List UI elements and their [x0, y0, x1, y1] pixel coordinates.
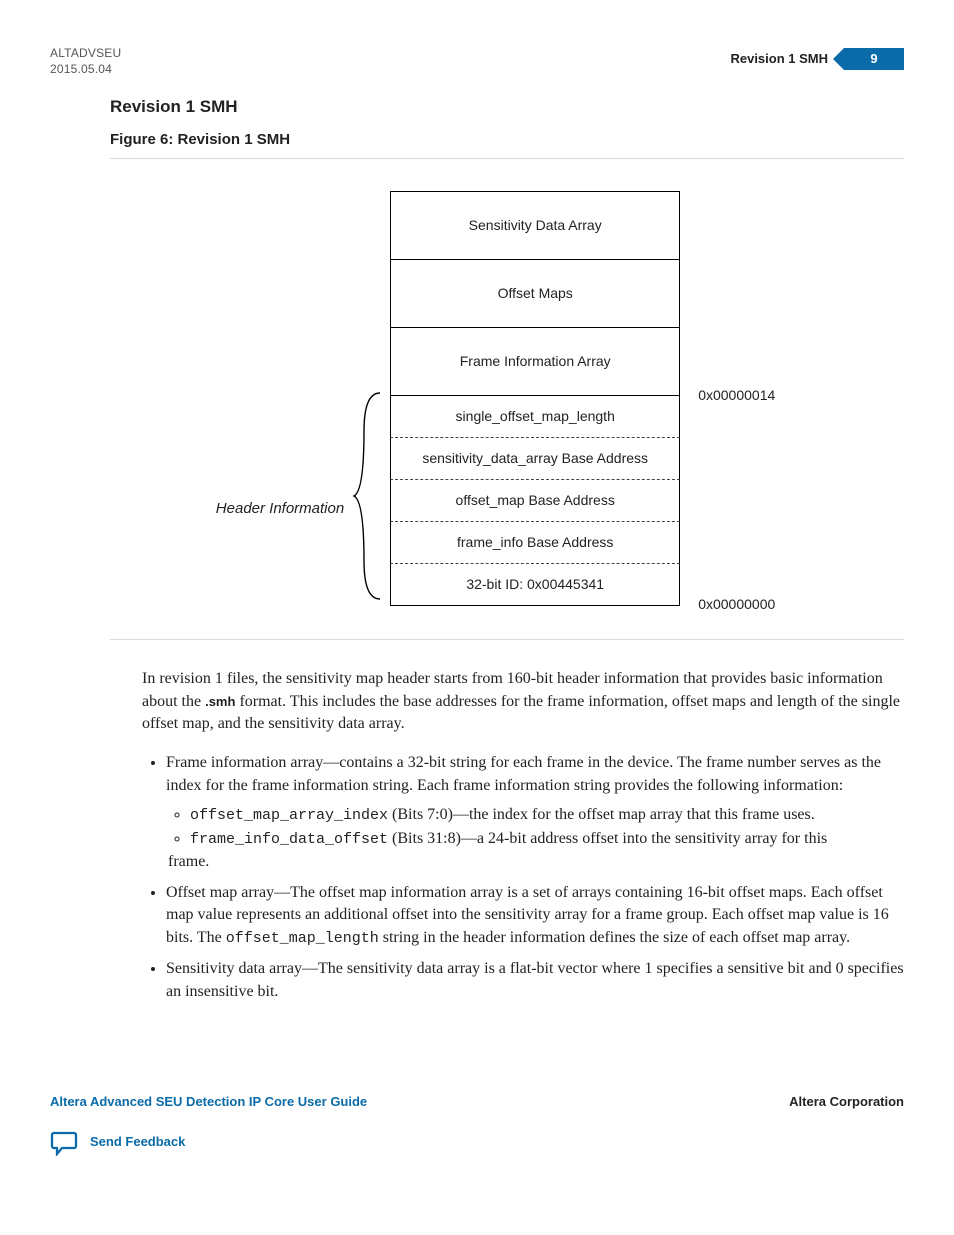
- feedback-row[interactable]: Send Feedback: [50, 1130, 904, 1156]
- sub-bullet-frame-info-offset: frame_info_data_offset (Bits 31:8)—a 24-…: [190, 828, 904, 873]
- page-header: ALTADVSEU 2015.05.04 Revision 1 SMH 9: [50, 46, 904, 77]
- page-footer: Altera Advanced SEU Detection IP Core Us…: [50, 1093, 904, 1155]
- offset-map-b: string in the header information defines…: [379, 929, 850, 946]
- bullet-sensitivity-array: Sensitivity data array—The sensitivity d…: [166, 958, 904, 1003]
- brace-label: Header Information: [216, 498, 344, 519]
- curly-brace-icon: [352, 391, 382, 601]
- block-offset-map-base-addr: offset_map Base Address: [390, 480, 680, 522]
- intro-after: format. This includes the base addresses…: [142, 693, 900, 733]
- block-frame-info-base-addr: frame_info Base Address: [390, 522, 680, 564]
- guide-title-link[interactable]: Altera Advanced SEU Detection IP Core Us…: [50, 1093, 367, 1111]
- header-left: ALTADVSEU 2015.05.04: [50, 46, 121, 77]
- sub1-text: (Bits 7:0)—the index for the offset map …: [388, 806, 815, 823]
- figure-diagram: Header Information Sensitivity Data Arra…: [110, 189, 904, 609]
- doc-id: ALTADVSEU: [50, 46, 121, 62]
- divider: [110, 639, 904, 640]
- section-heading: Revision 1 SMH: [110, 95, 904, 119]
- bullet-list: Frame information array—contains a 32-bi…: [142, 752, 904, 1003]
- divider: [110, 158, 904, 159]
- code-offset-map-array-index: offset_map_array_index: [190, 807, 388, 824]
- addr-upper: 0x00000014: [698, 386, 775, 406]
- block-single-offset-map-length: single_offset_map_length: [390, 396, 680, 438]
- intro-paragraph: In revision 1 files, the sensitivity map…: [142, 668, 904, 736]
- send-feedback-link[interactable]: Send Feedback: [90, 1133, 185, 1151]
- sub2-text-b: frame.: [168, 851, 904, 874]
- footer-row: Altera Advanced SEU Detection IP Core Us…: [50, 1093, 904, 1111]
- block-frame-info-array: Frame Information Array: [390, 328, 680, 396]
- block-offset-maps: Offset Maps: [390, 260, 680, 328]
- header-right: Revision 1 SMH 9: [730, 46, 904, 72]
- sub2-text-a: (Bits 31:8)—a 24-bit address offset into…: [388, 830, 827, 847]
- sub-bullet-list: offset_map_array_index (Bits 7:0)—the in…: [166, 804, 904, 874]
- block-32bit-id: 32-bit ID: 0x00445341: [390, 564, 680, 606]
- corporation-name: Altera Corporation: [789, 1093, 904, 1111]
- doc-date: 2015.05.04: [50, 62, 121, 78]
- bullet-frame-info-text: Frame information array—contains a 32-bi…: [166, 754, 881, 794]
- code-offset-map-length: offset_map_length: [226, 930, 379, 947]
- code-frame-info-data-offset: frame_info_data_offset: [190, 831, 388, 848]
- block-sensitivity-data-array: Sensitivity Data Array: [390, 192, 680, 260]
- address-column: 0x00000014 0x00000000: [688, 189, 798, 609]
- feedback-icon: [50, 1130, 78, 1156]
- memory-block-stack: Sensitivity Data Array Offset Maps Frame…: [390, 191, 680, 606]
- block-sensitivity-base-addr: sensitivity_data_array Base Address: [390, 438, 680, 480]
- smh-literal: .smh: [205, 694, 235, 709]
- page-number: 9: [844, 48, 904, 70]
- sub-bullet-offset-map-index: offset_map_array_index (Bits 7:0)—the in…: [190, 804, 904, 827]
- bullet-frame-info: Frame information array—contains a 32-bi…: [166, 752, 904, 874]
- figure-caption: Figure 6: Revision 1 SMH: [110, 129, 904, 150]
- running-title: Revision 1 SMH: [730, 46, 844, 72]
- bullet-offset-map-array: Offset map array—The offset map informat…: [166, 882, 904, 950]
- addr-lower: 0x00000000: [698, 595, 775, 615]
